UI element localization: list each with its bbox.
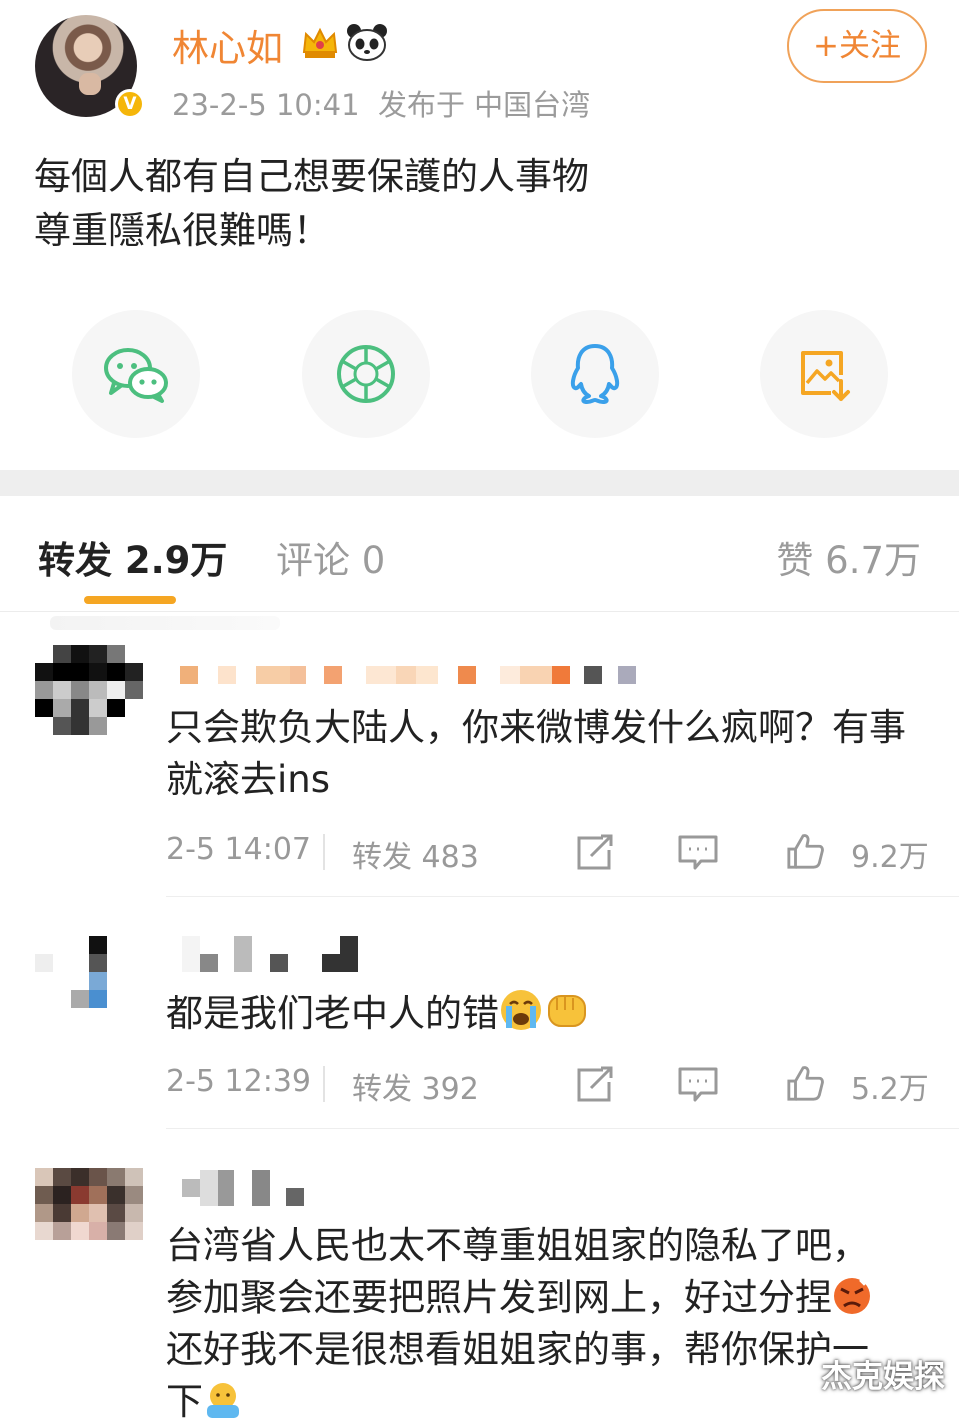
- post-content-line: 每個人都有自己想要保護的人事物: [34, 155, 589, 198]
- username-blurred[interactable]: [182, 936, 358, 972]
- username-blurred[interactable]: [182, 1170, 304, 1206]
- like-icon[interactable]: [784, 1064, 826, 1102]
- repost-text-line: 参加聚会还要把照片发到网上，好过分捏: [166, 1276, 832, 1319]
- avatar-pixelated[interactable]: [35, 645, 143, 735]
- share-wechat-button[interactable]: [72, 310, 200, 438]
- share-qq-button[interactable]: [531, 310, 659, 438]
- blurred-strip: [50, 616, 280, 630]
- post-meta: 23-2-5 10:41 发布于 中国台湾: [172, 82, 590, 124]
- repost-text-block: 台湾省人民也太不尊重姐姐家的隐私了吧， 参加聚会还要把照片发到网上，好过分捏 还…: [166, 1220, 936, 1428]
- post-content: 每個人都有自己想要保護的人事物 尊重隱私很難嗎！: [34, 150, 589, 258]
- stat-separator: [323, 1066, 325, 1102]
- tab-reposts[interactable]: 转发 2.9万: [38, 530, 227, 584]
- post-location: 发布于 中国台湾: [377, 88, 591, 122]
- active-tab-indicator: [84, 596, 176, 604]
- repost-text-row: 都是我们老中人的错: [166, 988, 936, 1040]
- share-icon[interactable]: [575, 834, 617, 872]
- repost-text-line: 下: [166, 1380, 203, 1423]
- repost-time: 2-5 12:39: [166, 1064, 311, 1099]
- repost-text-line-with-emoji: 参加聚会还要把照片发到网上，好过分捏: [166, 1272, 936, 1324]
- repost-time: 2-5 14:07: [166, 832, 311, 867]
- avatar-photo-detail: [79, 73, 101, 95]
- tab-divider: [0, 611, 959, 612]
- share-moments-button[interactable]: [302, 310, 430, 438]
- share-icon[interactable]: [575, 1066, 617, 1104]
- repost-text-line: 台湾省人民也太不尊重姐姐家的隐私了吧，: [166, 1224, 869, 1267]
- tab-likes[interactable]: 赞 6.7万: [776, 530, 921, 584]
- share-save-image-button[interactable]: [760, 310, 888, 438]
- repost-text: 都是我们老中人的错: [166, 992, 499, 1035]
- angry-face-icon: [834, 1278, 870, 1314]
- repost-text: 只会欺负大陆人，你来微博发什么疯啊？有事就滚去ins: [166, 706, 906, 801]
- like-count: 5.2万: [851, 1072, 929, 1107]
- follow-button[interactable]: +关注: [787, 9, 927, 83]
- author-avatar[interactable]: V: [35, 15, 145, 119]
- row-divider: [166, 896, 959, 897]
- row-divider: [166, 1128, 959, 1129]
- wechat-icon: [104, 348, 168, 403]
- repost-count[interactable]: 转发 392: [352, 1064, 479, 1108]
- panda-icon: [347, 24, 387, 61]
- stat-separator: [323, 834, 325, 870]
- like-icon[interactable]: [784, 832, 826, 870]
- post-timestamp: 23-2-5 10:41: [172, 88, 360, 122]
- hiding-face-icon: [207, 1383, 239, 1418]
- crown-icon: [302, 27, 338, 58]
- crying-face-icon: [501, 990, 541, 1030]
- save-image-icon: [801, 351, 850, 401]
- avatar-pixelated[interactable]: [35, 1168, 143, 1240]
- post-content-line: 尊重隱私很難嗎！: [34, 209, 330, 252]
- fist-icon: [548, 995, 586, 1027]
- verified-v-icon: V: [115, 89, 145, 119]
- author-name[interactable]: 林心如: [172, 18, 283, 72]
- like-count: 9.2万: [851, 840, 929, 875]
- section-divider: [0, 470, 959, 496]
- comment-icon[interactable]: [677, 1066, 719, 1104]
- avatar-pixelated[interactable]: [35, 936, 107, 1008]
- repost-count[interactable]: 转发 483: [352, 832, 479, 876]
- moments-icon: [337, 345, 395, 403]
- tab-comments[interactable]: 评论 0: [276, 530, 385, 584]
- username-blurred[interactable]: [180, 666, 636, 684]
- watermark: 杰克娱探: [821, 1359, 945, 1395]
- comment-icon[interactable]: [677, 834, 719, 872]
- qq-icon: [570, 344, 620, 404]
